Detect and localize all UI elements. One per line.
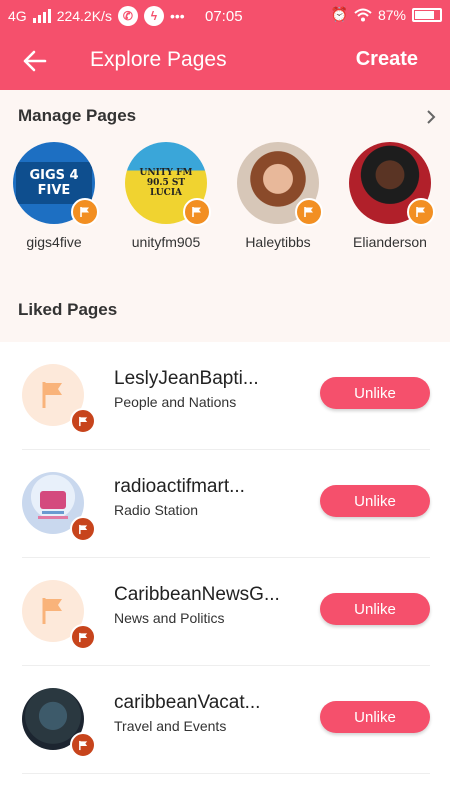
- avatar: [349, 142, 435, 226]
- unlike-button[interactable]: Unlike: [320, 485, 430, 517]
- page-title: Explore Pages: [90, 48, 227, 71]
- top-bar: 4G 224.2K/s ✆ ϟ ••• 07:05 ⏰ 87% Explore …: [0, 0, 450, 90]
- flag-placeholder-icon: [42, 382, 62, 408]
- battery-icon: [412, 7, 442, 22]
- unlike-button[interactable]: Unlike: [320, 593, 430, 625]
- managed-page-haleytibbs[interactable]: Haleytibbs: [234, 142, 323, 250]
- page-category: Radio Station: [114, 502, 199, 518]
- list-item[interactable]: LeslyJeanBapti... People and Nations Unl…: [0, 342, 450, 450]
- flag-badge-icon: [183, 198, 211, 226]
- avatar: [22, 688, 96, 758]
- flag-badge-icon: [71, 198, 99, 226]
- liked-pages-list: LeslyJeanBapti... People and Nations Unl…: [0, 342, 450, 800]
- divider: [22, 773, 430, 774]
- alarm-icon: ⏰: [330, 6, 348, 22]
- network-speed: 224.2K/s: [56, 8, 112, 24]
- avatar: UNITY FM 90.5 ST LUCIA: [125, 142, 211, 226]
- managed-page-unityfm905[interactable]: UNITY FM 90.5 ST LUCIA unityfm905: [122, 142, 211, 250]
- managed-page-name: Haleytibbs: [245, 234, 311, 250]
- back-arrow-icon[interactable]: [22, 48, 48, 74]
- flag-badge-icon: [70, 516, 96, 542]
- signal-icon: [32, 9, 51, 23]
- battery-percent: 87%: [377, 6, 406, 23]
- manage-pages-section: Manage Pages GIGS 4 FIVE gigs4five UNITY…: [0, 92, 450, 282]
- list-item[interactable]: caribbeanVacat... Travel and Events Unli…: [0, 666, 450, 774]
- flag-badge-icon: [295, 198, 323, 226]
- network-label: 4G: [8, 8, 27, 24]
- radio-logo-image: [38, 491, 68, 519]
- page-name: radioactifmart...: [114, 476, 245, 497]
- flag-placeholder-icon: [42, 598, 62, 624]
- unityfm-logo: UNITY FM 90.5 ST LUCIA: [139, 168, 193, 198]
- more-icon: •••: [169, 8, 185, 24]
- unlike-button[interactable]: Unlike: [320, 701, 430, 733]
- page-category: News and Politics: [114, 610, 225, 626]
- create-button[interactable]: Create: [356, 48, 418, 71]
- managed-page-name: Elianderson: [353, 234, 427, 250]
- unlike-button[interactable]: Unlike: [320, 377, 430, 409]
- avatar: [22, 364, 96, 434]
- avatar: GIGS 4 FIVE: [13, 142, 99, 226]
- manage-pages-title: Manage Pages: [18, 106, 137, 125]
- managed-page-name: gigs4five: [26, 234, 82, 250]
- flag-badge-icon: [70, 624, 96, 650]
- managed-page-elianderson[interactable]: Elianderson: [346, 142, 435, 250]
- flag-badge-icon: [70, 732, 96, 758]
- status-bar: 4G 224.2K/s ✆ ϟ ••• 07:05 ⏰ 87%: [0, 0, 450, 32]
- wifi-icon: [354, 8, 372, 21]
- app-bar: Explore Pages Create: [0, 40, 450, 82]
- whatsapp-icon: ✆: [117, 6, 138, 26]
- messenger-icon: ϟ: [143, 6, 164, 26]
- page-category: Travel and Events: [114, 718, 227, 734]
- managed-page-gigs4five[interactable]: GIGS 4 FIVE gigs4five: [10, 142, 99, 250]
- page-name: caribbeanVacat...: [114, 692, 261, 713]
- avatar: [22, 472, 96, 542]
- liked-pages-title: Liked Pages: [18, 300, 118, 319]
- list-item[interactable]: CaribbeanNewsG... News and Politics Unli…: [0, 558, 450, 666]
- chevron-right-icon[interactable]: [424, 110, 438, 124]
- avatar: [237, 142, 323, 226]
- page-category: People and Nations: [114, 394, 237, 410]
- flag-badge-icon: [407, 198, 435, 226]
- list-item[interactable]: radioactifmart... Radio Station Unlike: [0, 450, 450, 558]
- liked-pages-header: Liked Pages: [0, 290, 450, 332]
- managed-page-name: unityfm905: [131, 234, 201, 250]
- page-name: LeslyJeanBapti...: [114, 368, 259, 389]
- flag-badge-icon: [70, 408, 96, 434]
- avatar: [22, 580, 96, 650]
- status-time: 07:05: [205, 8, 243, 25]
- page-name: CaribbeanNewsG...: [114, 584, 280, 605]
